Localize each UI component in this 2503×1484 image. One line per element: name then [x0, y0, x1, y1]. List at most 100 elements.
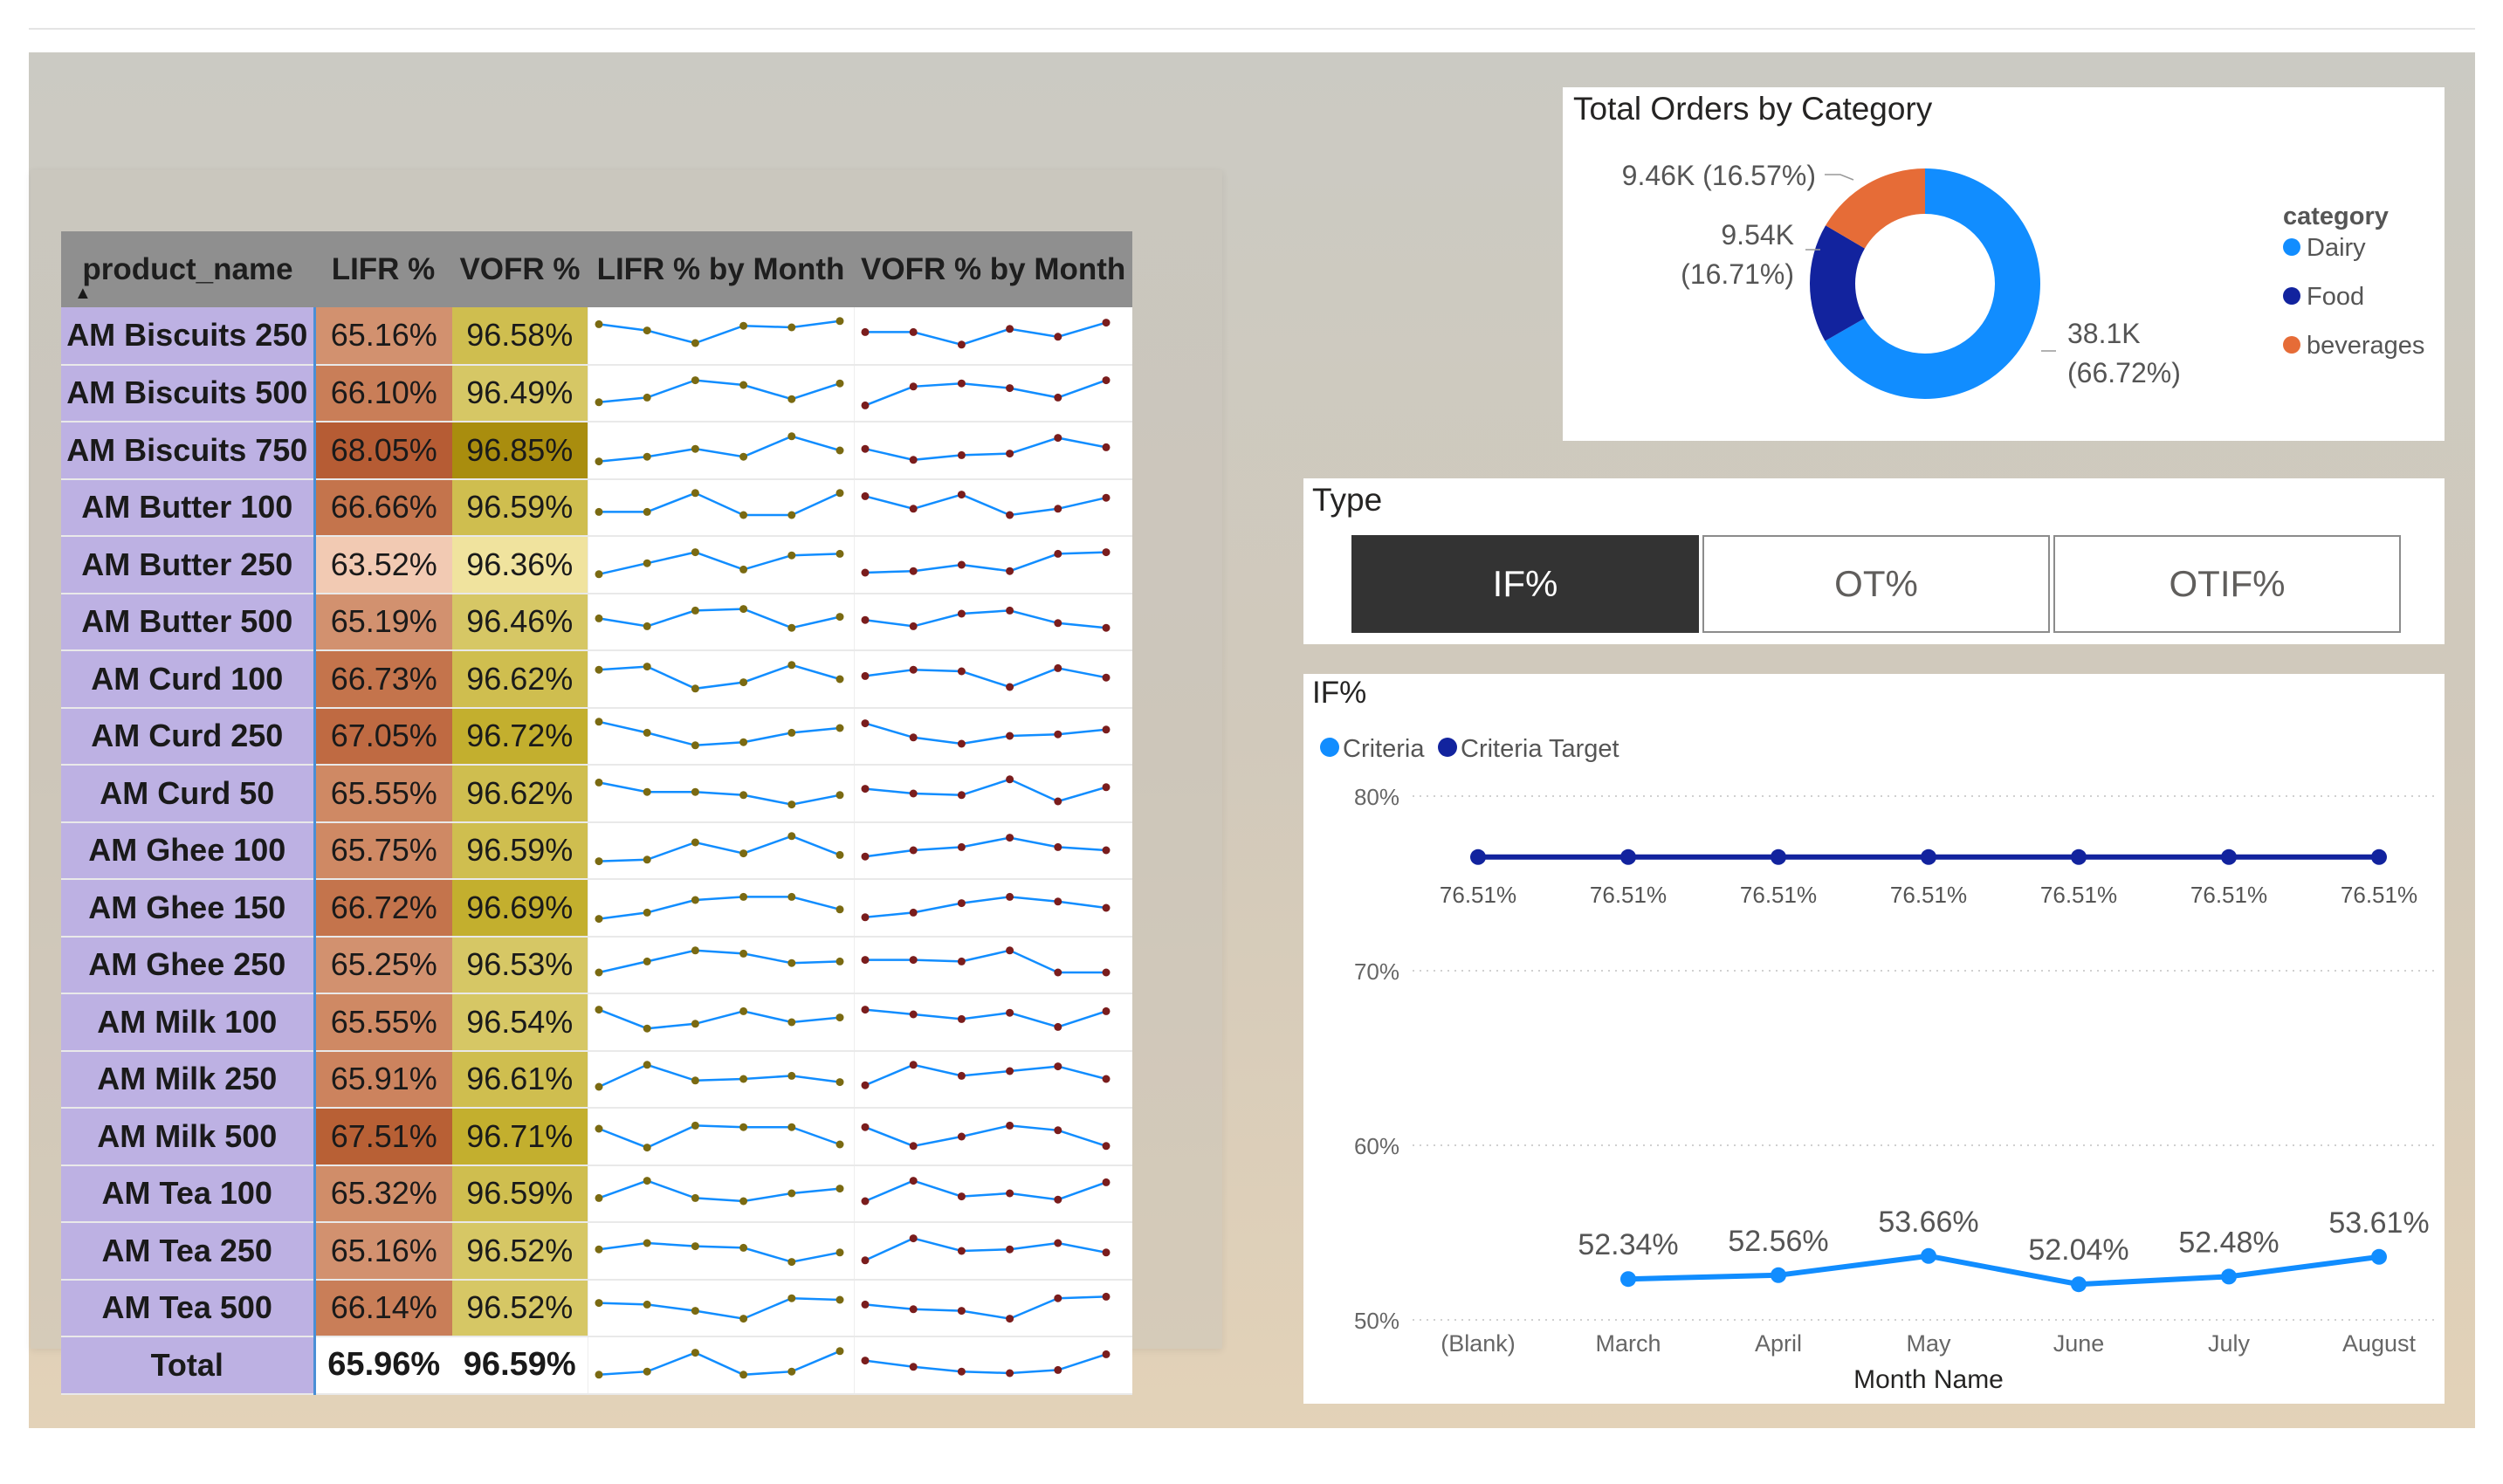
table-row[interactable]: AM Tea 100 65.32% 96.59%: [61, 1165, 1133, 1223]
header-vofr[interactable]: VOFR %: [452, 231, 588, 307]
criteria-line[interactable]: [1627, 1253, 2380, 1288]
vofr-cell: 96.36%: [452, 536, 588, 594]
lifr-sparkline: [595, 489, 843, 519]
vofr-sparkline-cell: [853, 422, 1133, 480]
sparkline-point: [595, 1245, 602, 1254]
header-lifr[interactable]: LIFR %: [314, 231, 452, 307]
lifr-sparkline-cell: [587, 765, 854, 823]
vofr-sparkline: [861, 1177, 1110, 1206]
header-vofr-by-month[interactable]: VOFR % by Month: [854, 231, 1133, 307]
vofr-sparkline: [861, 1005, 1110, 1031]
product-name-cell: AM Ghee 150: [61, 879, 316, 938]
table-row[interactable]: AM Biscuits 750 68.05% 96.85%: [61, 422, 1133, 480]
sparkline-path: [864, 1063, 1106, 1087]
criteria-target-point[interactable]: [1771, 848, 1786, 865]
lifr-sparkline: [595, 547, 843, 579]
product-name-cell: AM Tea 250: [61, 1222, 316, 1281]
criteria-point[interactable]: [2221, 1268, 2237, 1285]
sparkline-point: [957, 379, 966, 388]
slicer-option-if[interactable]: IF%: [1351, 535, 1699, 633]
table-row[interactable]: AM Ghee 150 66.72% 96.69%: [61, 879, 1133, 938]
table-row[interactable]: AM Milk 500 67.51% 96.71%: [61, 1108, 1133, 1166]
sparkline-point: [1102, 443, 1110, 451]
sparkline-point: [691, 684, 699, 693]
lifr-sparkline-cell: [587, 1279, 854, 1337]
slicer-option-otif[interactable]: OTIF%: [2053, 535, 2401, 633]
vofr-sparkline: [861, 547, 1110, 577]
table-row[interactable]: AM Curd 250 67.05% 96.72%: [61, 707, 1133, 766]
sort-ascending-icon[interactable]: ▲: [74, 284, 92, 304]
table-row[interactable]: AM Biscuits 500 66.10% 96.49%: [61, 364, 1133, 423]
table-row[interactable]: AM Butter 500 65.19% 96.46%: [61, 593, 1133, 651]
legend-item-criteria-target[interactable]: Criteria Target: [1461, 735, 1619, 763]
dairy-pct-label: (66.72%): [2067, 357, 2181, 388]
sparkline-point: [691, 1076, 699, 1085]
sparkline-point: [739, 321, 747, 330]
criteria-target-point[interactable]: [2071, 848, 2087, 865]
criteria-target-point[interactable]: [2221, 848, 2237, 865]
criteria-target-data-label: 76.51%: [1440, 882, 1516, 908]
lifr-cell: 65.96%: [314, 1336, 452, 1395]
lifr-cell: 66.66%: [314, 478, 452, 537]
lifr-sparkline-cell: [587, 821, 854, 880]
table-row[interactable]: AM Curd 50 65.55% 96.62%: [61, 765, 1133, 823]
y-tick-label: 80%: [1354, 784, 1399, 810]
table-row[interactable]: AM Butter 100 66.66% 96.59%: [61, 478, 1133, 537]
legend-item-beverages[interactable]: beverages: [2307, 332, 2424, 360]
sparkline-point: [739, 605, 747, 614]
header-product-name[interactable]: product_name ▲: [61, 231, 314, 307]
criteria-point[interactable]: [1620, 1271, 1636, 1288]
sparkline-point: [1005, 1315, 1014, 1323]
dairy-value-label: 38.1K: [2067, 318, 2141, 349]
sparkline-point: [909, 1142, 918, 1151]
table-row[interactable]: AM Ghee 100 65.75% 96.59%: [61, 821, 1133, 880]
sparkline-point: [691, 946, 699, 955]
table-row[interactable]: AM Curd 100 66.73% 96.62%: [61, 650, 1133, 709]
sparkline-point: [787, 1294, 795, 1302]
sparkline-point: [787, 832, 795, 841]
table-row[interactable]: AM Tea 250 65.16% 96.52%: [61, 1222, 1133, 1281]
sparkline-point: [909, 789, 918, 798]
table-row[interactable]: AM Butter 250 63.52% 96.36%: [61, 536, 1133, 594]
criteria-point[interactable]: [1921, 1247, 1936, 1264]
x-tick-label: April: [1755, 1330, 1802, 1357]
criteria-target-data-label: 76.51%: [1740, 882, 1817, 908]
sparkline-point: [787, 323, 795, 332]
vofr-cell: 96.54%: [452, 993, 588, 1052]
criteria-point[interactable]: [1771, 1267, 1786, 1283]
sparkline-point: [691, 1307, 699, 1316]
header-lifr-by-month[interactable]: LIFR % by Month: [588, 231, 854, 307]
vofr-sparkline-cell: [853, 879, 1133, 938]
sparkline-point: [1005, 1369, 1014, 1378]
legend-title: category: [2283, 203, 2389, 230]
product-matrix[interactable]: product_name ▲ LIFR % VOFR % LIFR % by Mo…: [31, 170, 1222, 1395]
legend-item-food[interactable]: Food: [2307, 283, 2364, 311]
criteria-point[interactable]: [2371, 1248, 2387, 1265]
slicer-option-ot[interactable]: OT%: [1702, 535, 2050, 633]
if-line-chart-card[interactable]: IF% Criteria Criteria Target 80% 70% 60% 50%(…: [1303, 674, 2445, 1404]
criteria-target-point[interactable]: [1620, 848, 1636, 865]
sparkline-point: [739, 565, 747, 574]
sparkline-point: [1053, 730, 1062, 739]
total-row[interactable]: Total 65.96% 96.59%: [61, 1336, 1133, 1395]
criteria-point[interactable]: [2071, 1276, 2087, 1293]
criteria-target-point[interactable]: [2371, 848, 2387, 865]
criteria-target-point[interactable]: [1921, 848, 1936, 865]
sparkline-point: [739, 849, 747, 858]
table-row[interactable]: AM Tea 500 66.14% 96.52%: [61, 1279, 1133, 1337]
lifr-sparkline-cell: [587, 1108, 854, 1166]
if-line-chart: Criteria Criteria Target 80% 70% 60% 50% (Blan…: [1320, 735, 2434, 1394]
vofr-sparkline-cell: [853, 364, 1133, 423]
criteria-target-point[interactable]: [1470, 848, 1486, 865]
table-row[interactable]: AM Milk 100 65.55% 96.54%: [61, 993, 1133, 1052]
vofr-sparkline: [861, 775, 1110, 806]
legend-item-criteria[interactable]: Criteria: [1343, 735, 1425, 763]
table-row[interactable]: AM Ghee 250 65.25% 96.53%: [61, 936, 1133, 994]
legend-item-dairy[interactable]: Dairy: [2307, 234, 2366, 262]
orders-by-category-card[interactable]: Total Orders by Category 38.1K (66.72%) 9.…: [1563, 87, 2445, 441]
sparkline-point: [739, 1007, 747, 1015]
sparkline-path: [597, 1063, 840, 1089]
sparkline-path: [598, 835, 840, 863]
table-row[interactable]: AM Milk 250 65.91% 96.61%: [61, 1050, 1133, 1109]
table-row[interactable]: AM Biscuits 250 65.16% 96.58%: [61, 307, 1133, 366]
